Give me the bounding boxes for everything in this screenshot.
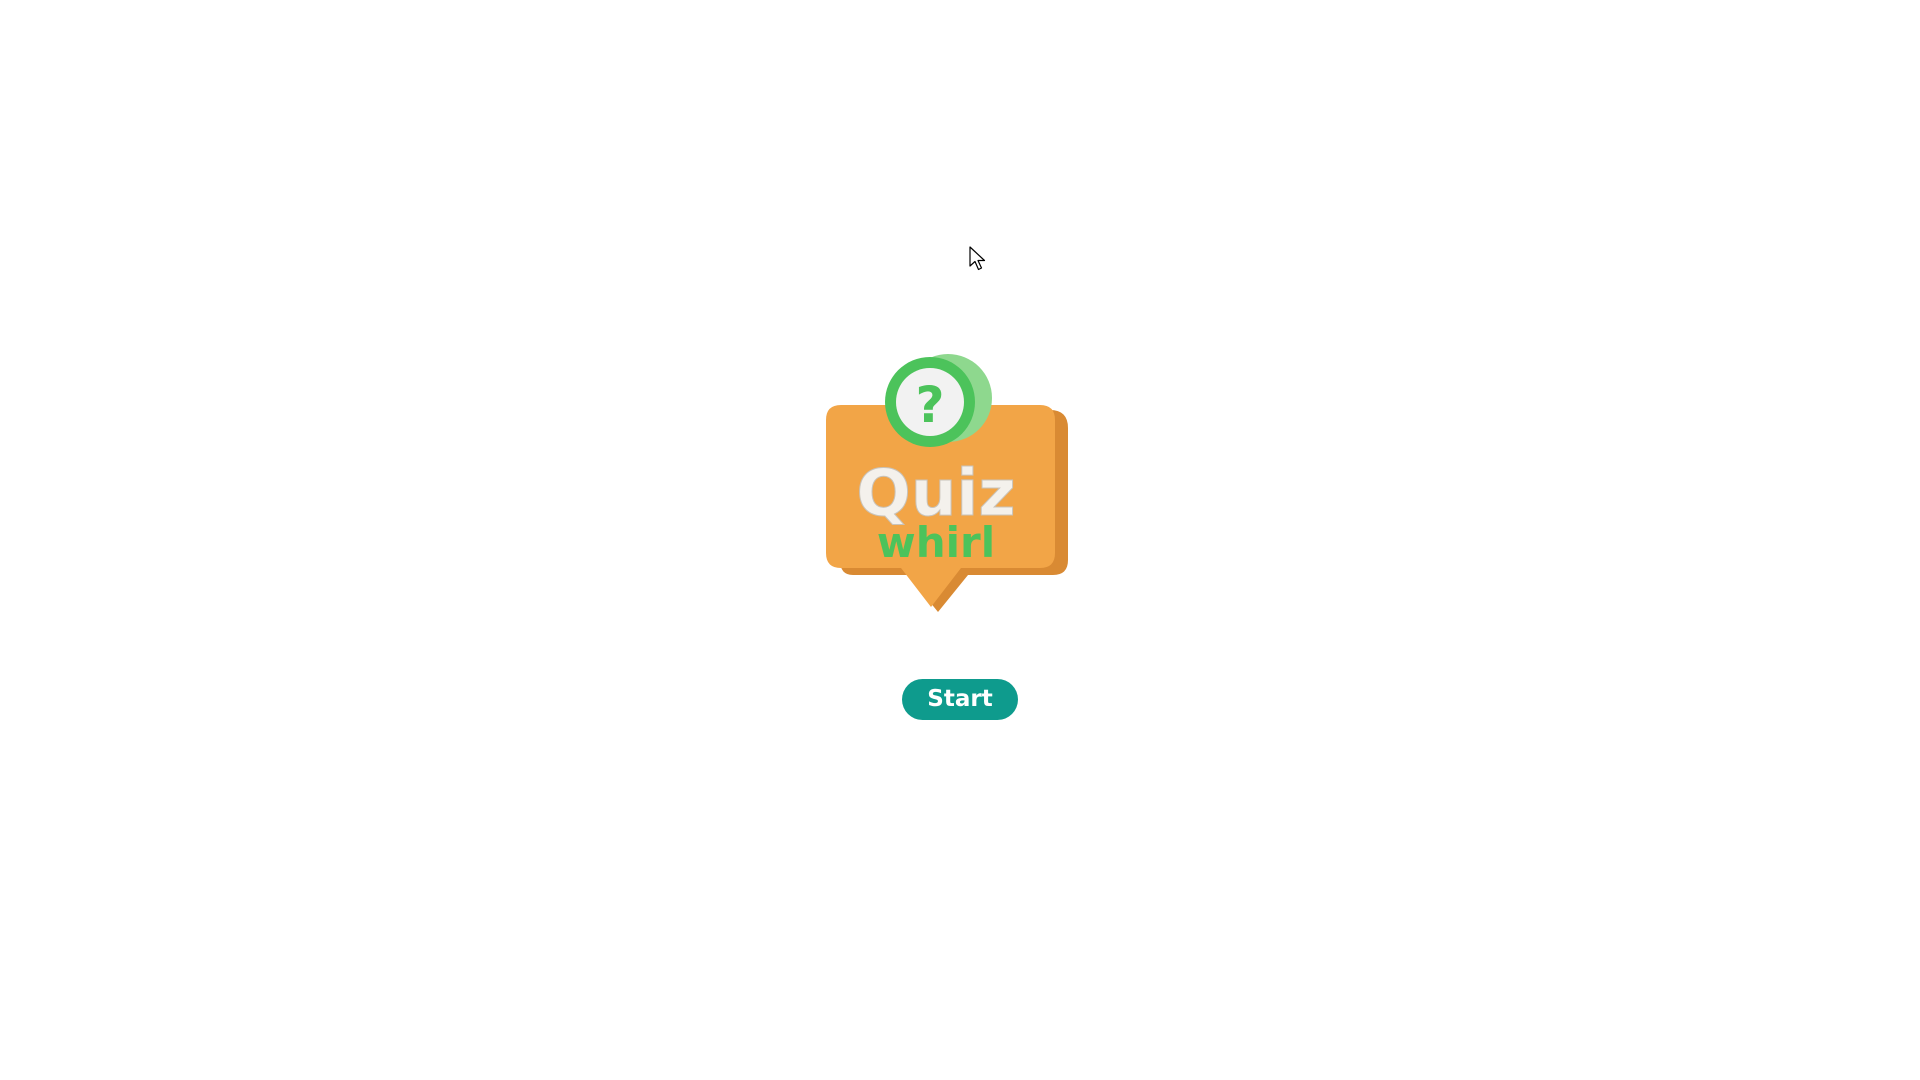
question-mark: ?	[915, 376, 944, 434]
start-button[interactable]: Start	[902, 679, 1018, 720]
mouse-pointer-icon	[969, 246, 986, 271]
quiz-start-screen: ? Quiz whirl Start	[0, 0, 1920, 1080]
quiz-whirl-logo: ? Quiz whirl	[818, 350, 1088, 630]
logo-subtitle: whirl	[877, 518, 995, 567]
quiz-speech-bubble-icon: ? Quiz whirl	[826, 354, 1068, 612]
